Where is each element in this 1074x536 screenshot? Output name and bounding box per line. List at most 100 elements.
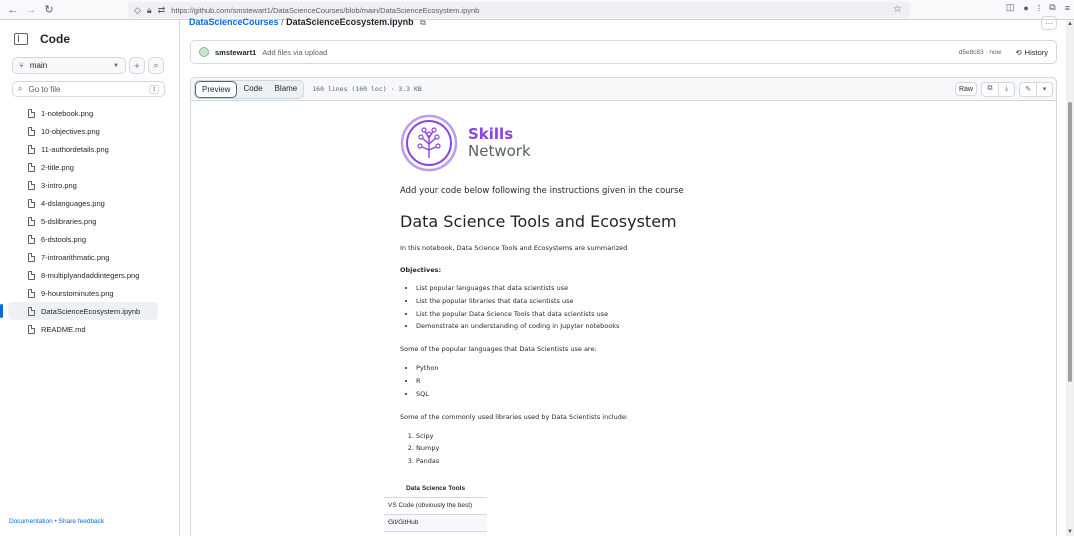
back-icon[interactable]: ← bbox=[4, 1, 22, 19]
file-name: 9-hourstominutes.png bbox=[41, 288, 114, 298]
tools-table: Data Science Tools VS Code (obviously th… bbox=[384, 480, 487, 532]
file-name: 10-objectives.png bbox=[41, 126, 100, 136]
table-cell: Git/GitHub bbox=[384, 514, 487, 532]
logo-line-1: Skills bbox=[468, 125, 514, 143]
file-item[interactable]: 8-multiplyandaddintegers.png bbox=[8, 266, 158, 284]
url-text[interactable]: https://github.com/smstewart1/DataScienc… bbox=[171, 6, 479, 15]
permissions-icon[interactable]: ⇄ bbox=[158, 5, 166, 16]
avatar[interactable] bbox=[199, 47, 209, 57]
history-label: History bbox=[1024, 47, 1048, 57]
footer-separator: • bbox=[54, 518, 57, 525]
edit-group: ✎ ▾ bbox=[1019, 81, 1053, 97]
notebook-title: Data Science Tools and Ecosystem bbox=[400, 212, 677, 231]
share-feedback-link[interactable]: Share feedback bbox=[59, 518, 105, 525]
file-icon bbox=[28, 288, 35, 298]
bookmark-star-icon[interactable]: ☆ bbox=[893, 4, 902, 15]
file-item[interactable]: 11-authordetails.png bbox=[8, 140, 158, 158]
file-item[interactable]: 3-intro.png bbox=[8, 176, 158, 194]
documentation-link[interactable]: Documentation bbox=[9, 518, 53, 525]
search-button[interactable]: ⌕ bbox=[148, 57, 164, 74]
file-icon bbox=[28, 180, 35, 190]
copy-path-icon[interactable]: ⧉ bbox=[420, 18, 426, 27]
breadcrumb-repo-link[interactable]: DataScienceCourses bbox=[189, 17, 279, 27]
file-icon bbox=[28, 252, 35, 262]
file-item[interactable]: 7-introarithmatic.png bbox=[8, 248, 158, 266]
account-icon[interactable]: ● bbox=[1023, 3, 1028, 13]
libraries-list: Scipy Numpy Pandas bbox=[400, 430, 710, 468]
extension-icon[interactable]: ⁞ bbox=[1038, 3, 1041, 13]
tab-preview[interactable]: Preview bbox=[195, 80, 238, 98]
chevron-down-icon: ▼ bbox=[113, 62, 119, 69]
collapse-panel-icon[interactable] bbox=[14, 33, 28, 45]
objectives-list: List popular languages that data scienti… bbox=[400, 282, 710, 333]
notebook-intro: Add your code below following the instru… bbox=[400, 186, 684, 196]
go-to-file-input[interactable]: ⌕ Go to file t bbox=[12, 81, 165, 97]
puzzle-icon[interactable]: ⧉ bbox=[1049, 2, 1055, 13]
branch-selector[interactable]: ⑂ main ▼ bbox=[12, 57, 126, 74]
file-name: 4-dslanguages.png bbox=[41, 198, 105, 208]
copy-raw-icon[interactable]: ⧉ bbox=[982, 83, 998, 96]
file-item[interactable]: 4-dslanguages.png bbox=[8, 194, 158, 212]
history-icon: ⟲ bbox=[1015, 47, 1022, 57]
file-name: README.md bbox=[41, 324, 86, 334]
file-name: 1-notebook.png bbox=[41, 108, 94, 118]
copy-download-group: ⧉ ⤓ bbox=[981, 81, 1015, 97]
file-item-active[interactable]: DataScienceEcosystem.ipynb bbox=[0, 302, 158, 320]
file-icon bbox=[28, 162, 35, 172]
sidebar-footer: Documentation • Share feedback bbox=[9, 518, 104, 525]
tab-blame[interactable]: Blame bbox=[269, 81, 304, 98]
file-item[interactable]: 10-objectives.png bbox=[8, 122, 158, 140]
file-tree-sidebar: Code ⑂ main ▼ + ⌕ ⌕ Go to file t 1-noteb… bbox=[0, 20, 180, 536]
forward-icon[interactable]: → bbox=[22, 1, 40, 19]
list-item: R bbox=[416, 375, 710, 388]
scroll-thumb[interactable] bbox=[1068, 102, 1072, 382]
table-header: Data Science Tools bbox=[384, 480, 487, 498]
list-item: SQL bbox=[416, 388, 710, 401]
breadcrumb-separator: / bbox=[281, 17, 284, 27]
commit-meta[interactable]: d5e8c83 · now bbox=[959, 49, 1002, 56]
pocket-icon[interactable]: ◫ bbox=[1006, 2, 1015, 13]
list-item: Pandas bbox=[416, 455, 710, 468]
file-icon bbox=[28, 306, 35, 316]
tab-code[interactable]: Code bbox=[237, 81, 268, 98]
reload-icon[interactable]: ↻ bbox=[40, 1, 58, 19]
file-name: DataScienceEcosystem.ipynb bbox=[41, 306, 141, 316]
address-bar[interactable]: ◇ 🔒︎ ⇄ https://github.com/smstewart1/Dat… bbox=[128, 2, 910, 18]
file-icon bbox=[28, 324, 35, 334]
file-actions: Raw ⧉ ⤓ ✎ ▾ bbox=[954, 81, 1053, 97]
menu-icon[interactable]: ≡ bbox=[1065, 3, 1070, 13]
table-cell: VS Code (obviously the best) bbox=[384, 497, 487, 515]
main-content: DataScienceCourses / DataScienceEcosyste… bbox=[181, 16, 1074, 536]
commit-message[interactable]: Add files via upload bbox=[262, 48, 327, 57]
page-scrollbar[interactable]: ▲ ▼ bbox=[1066, 20, 1074, 536]
file-icon bbox=[28, 234, 35, 244]
notebook-preview: Skills Network Add your code below follo… bbox=[190, 101, 1057, 536]
file-icon bbox=[28, 144, 35, 154]
file-item[interactable]: README.md bbox=[8, 320, 158, 338]
more-options-button[interactable]: ··· bbox=[1041, 16, 1057, 30]
scroll-down-icon[interactable]: ▼ bbox=[1066, 528, 1074, 536]
notebook-body: Skills Network Add your code below follo… bbox=[400, 113, 710, 468]
history-button[interactable]: ⟲ History bbox=[1015, 48, 1048, 57]
file-item[interactable]: 9-hourstominutes.png bbox=[8, 284, 158, 302]
file-item[interactable]: 2-title.png bbox=[8, 158, 158, 176]
list-item: List the popular Data Science Tools that… bbox=[416, 308, 710, 321]
raw-button[interactable]: Raw bbox=[954, 82, 977, 96]
file-item[interactable]: 5-dslibraries.png bbox=[8, 212, 158, 230]
file-icon bbox=[28, 126, 35, 136]
commit-author[interactable]: smstewart1 bbox=[215, 48, 256, 57]
edit-pencil-icon[interactable]: ✎ bbox=[1020, 83, 1036, 96]
notebook-summary: In this notebook, Data Science Tools and… bbox=[400, 244, 628, 252]
file-icon bbox=[28, 108, 35, 118]
file-header: Preview Code Blame 160 lines (160 loc) ·… bbox=[190, 77, 1057, 101]
download-icon[interactable]: ⤓ bbox=[998, 82, 1014, 96]
add-file-button[interactable]: + bbox=[129, 57, 145, 74]
branch-name: main bbox=[29, 61, 48, 70]
file-name: 3-intro.png bbox=[41, 180, 77, 190]
chevron-down-icon[interactable]: ▾ bbox=[1036, 82, 1052, 96]
file-item[interactable]: 1-notebook.png bbox=[8, 104, 158, 122]
file-item[interactable]: 6-dstools.png bbox=[8, 230, 158, 248]
scroll-up-icon[interactable]: ▲ bbox=[1066, 20, 1074, 28]
file-name: 2-title.png bbox=[41, 162, 74, 172]
languages-list: Python R SQL bbox=[400, 362, 710, 400]
